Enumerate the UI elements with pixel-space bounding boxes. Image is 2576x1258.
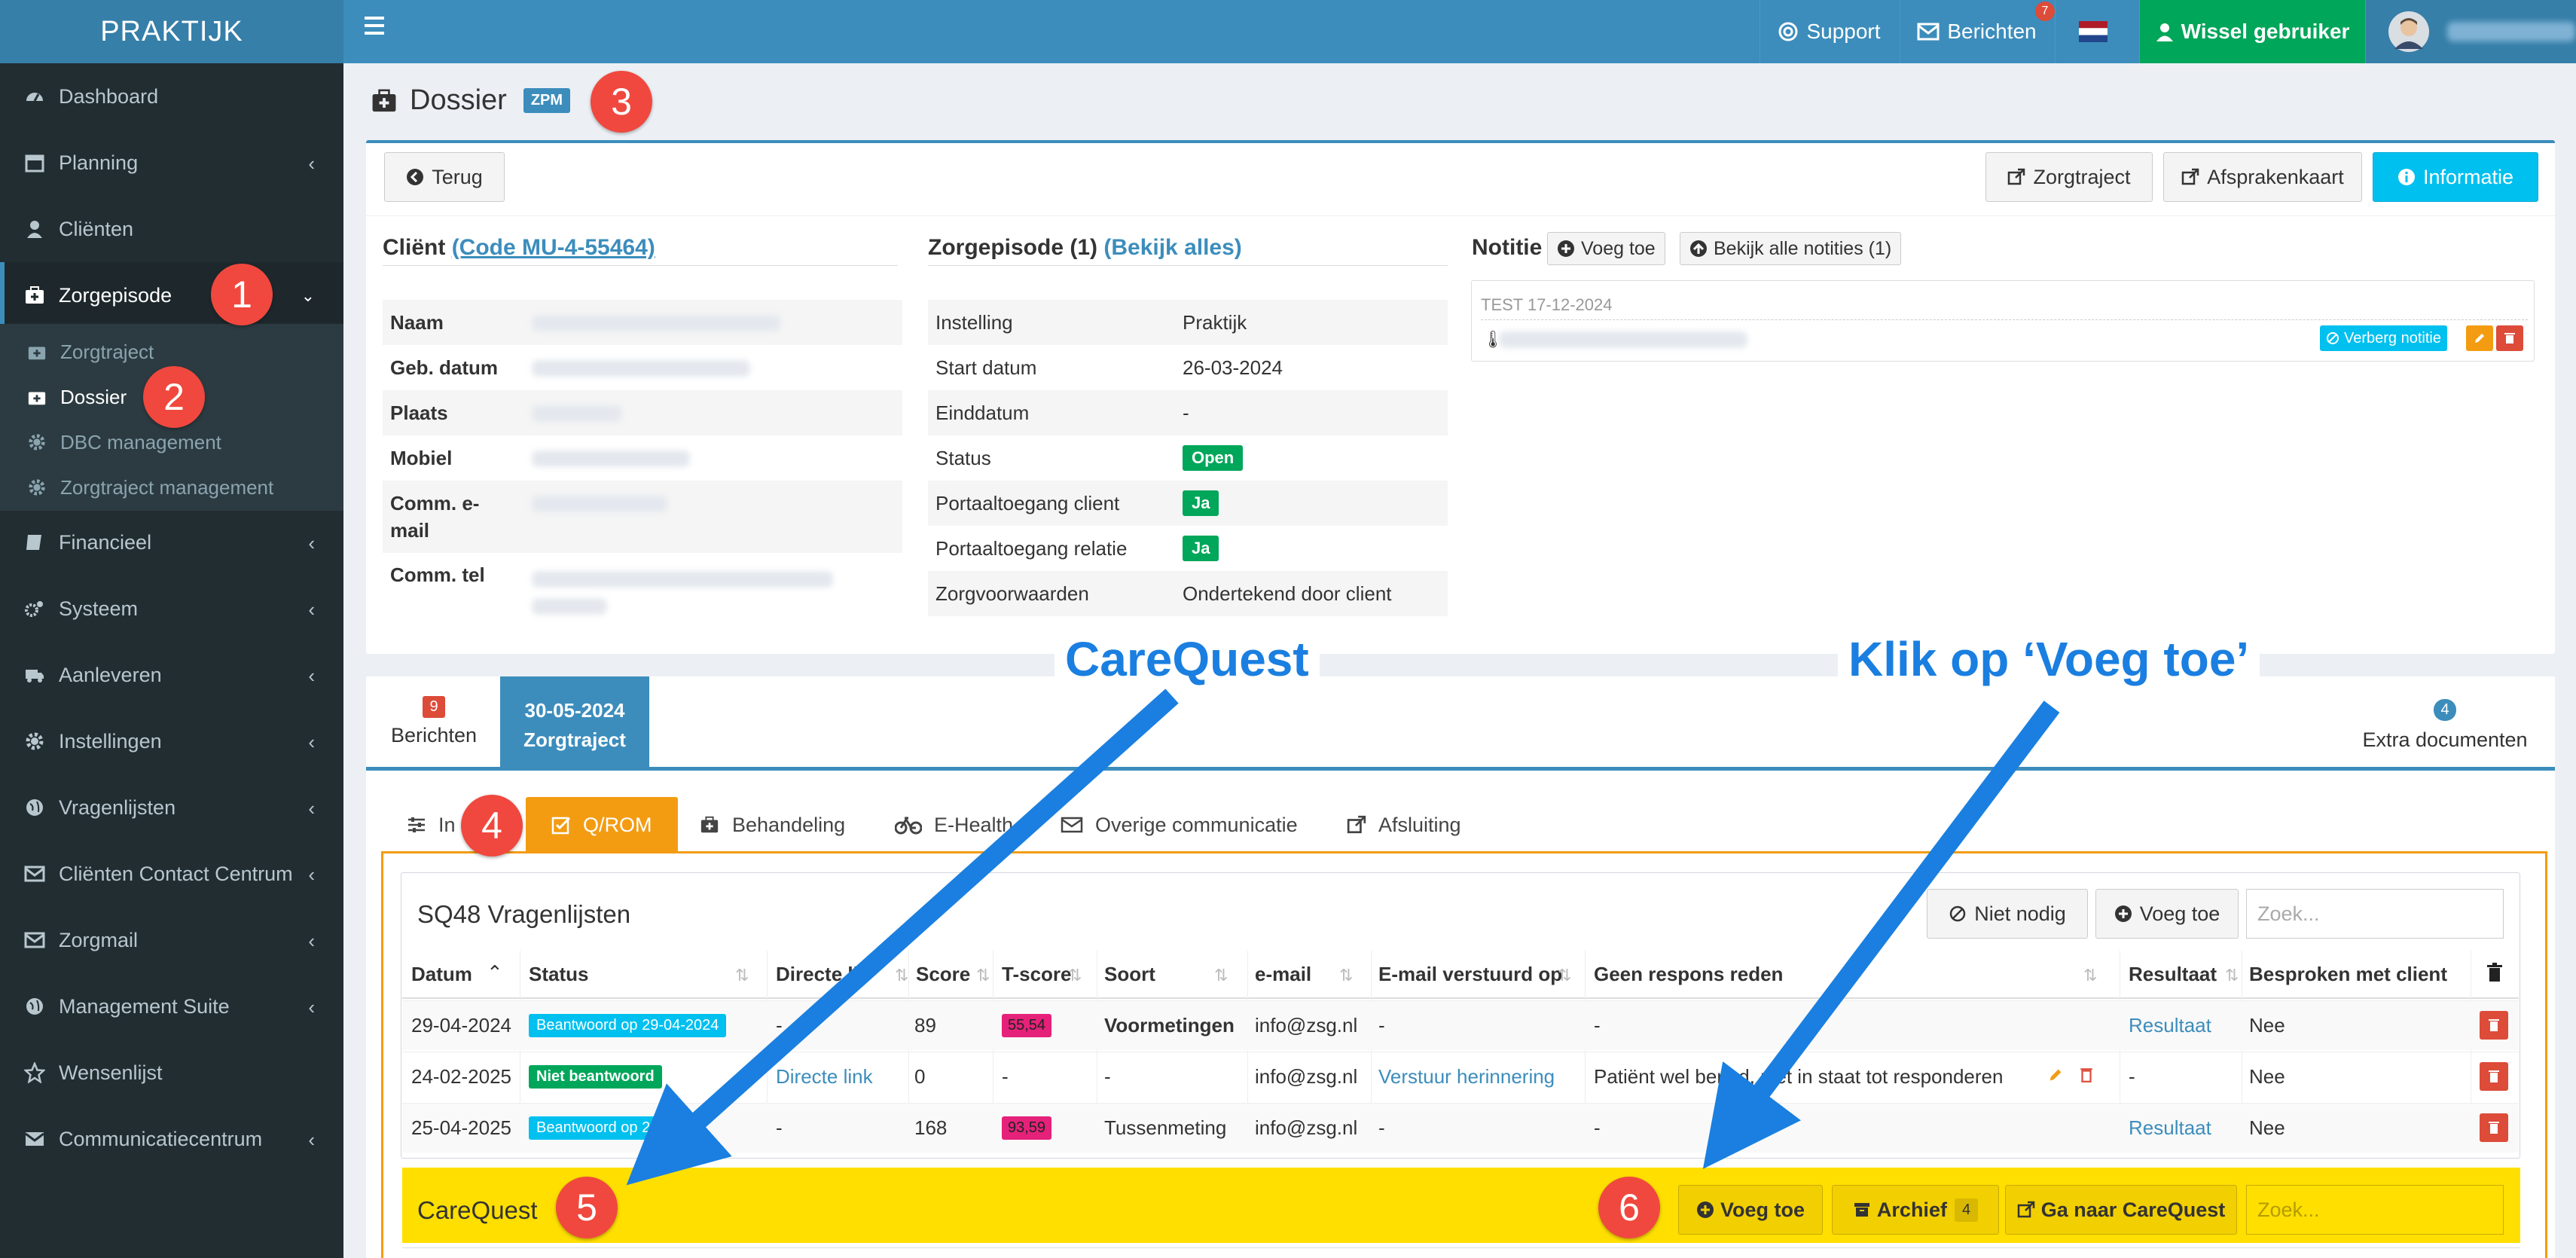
step-marker-5: 5 — [556, 1177, 618, 1238]
step-marker-1: 1 — [211, 264, 273, 325]
annotation-arrows — [626, 689, 2060, 1186]
arrow-to-voeg-toe — [1702, 701, 2060, 1169]
step-marker-4: 4 — [461, 795, 523, 856]
step-marker-2: 2 — [143, 366, 205, 428]
arrow-to-carequest — [626, 689, 1179, 1186]
step-marker-6: 6 — [1598, 1177, 1660, 1238]
step-marker-3: 3 — [591, 71, 652, 133]
